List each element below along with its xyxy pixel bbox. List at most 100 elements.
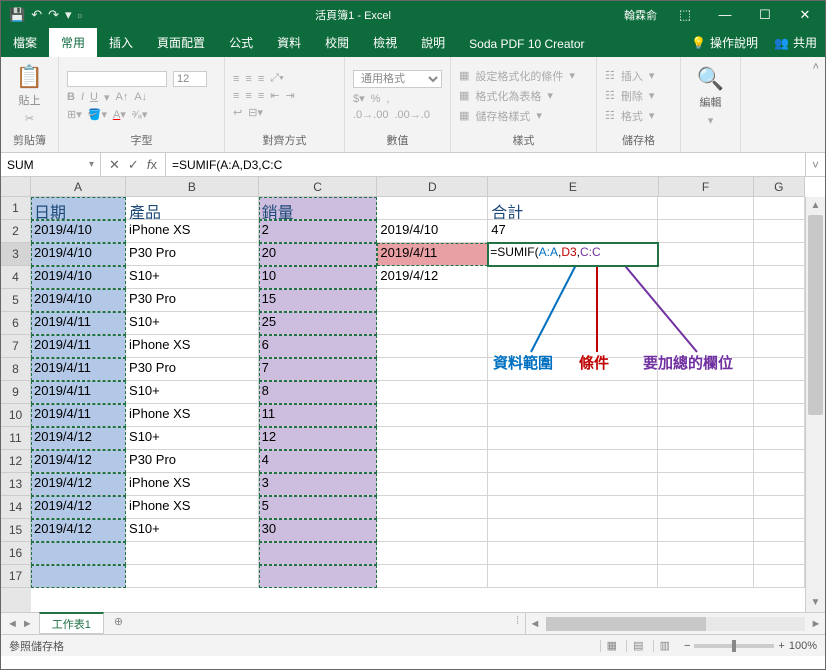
cell[interactable]: 11 [259,404,378,427]
cell[interactable] [377,404,488,427]
cell[interactable]: 2 [259,220,378,243]
cell[interactable] [377,289,488,312]
cell[interactable] [377,197,488,220]
align-mid-icon[interactable]: ≡ [245,73,251,85]
fontsize-combo[interactable] [173,71,207,87]
cell[interactable]: S10+ [126,427,259,450]
number-format-combo[interactable]: 通用格式 [353,70,442,88]
cell[interactable] [658,404,753,427]
cell[interactable] [754,542,806,565]
cell[interactable] [488,473,658,496]
cell[interactable]: 2019/4/10 [31,289,126,312]
cell[interactable]: 25 [259,312,378,335]
tab-formulas[interactable]: 公式 [217,28,265,57]
cell[interactable]: 日期 [31,197,126,220]
cell[interactable]: iPhone XS [126,496,259,519]
row-header-12[interactable]: 12 [1,450,31,473]
tab-split-handle[interactable]: ⁞ [510,613,525,634]
row-header-1[interactable]: 1 [1,197,31,220]
cell[interactable] [754,266,806,289]
cell[interactable] [658,427,753,450]
cell[interactable]: 2019/4/12 [31,427,126,450]
enter-formula-icon[interactable]: ✓ [128,157,139,173]
row-header-15[interactable]: 15 [1,519,31,542]
sheet-nav-next-icon[interactable]: ► [22,618,33,630]
row-header-2[interactable]: 2 [1,220,31,243]
cell[interactable]: P30 Pro [126,450,259,473]
user-name[interactable]: 翰霖俞 [616,7,665,23]
table-format-icon[interactable]: ▦ [459,89,469,102]
scroll-thumb[interactable] [808,215,823,415]
cell[interactable] [658,565,753,588]
add-sheet-button[interactable]: ⊕ [104,613,133,634]
row-header-14[interactable]: 14 [1,496,31,519]
phonetic-button[interactable]: ᵃ⁄ₐ▾ [132,108,148,121]
hscroll-thumb[interactable] [546,617,706,631]
cell[interactable]: 2019/4/12 [377,266,488,289]
merge-button[interactable]: ⊟▾ [248,106,263,119]
tell-me[interactable]: 💡操作說明 [683,28,766,57]
indent-dec-icon[interactable]: ⇤ [270,89,279,102]
cell[interactable]: iPhone XS [126,473,259,496]
cell[interactable]: 30 [259,519,378,542]
cell[interactable]: 2019/4/11 [31,358,126,381]
name-box[interactable]: ▾ [1,153,101,176]
currency-icon[interactable]: $▾ [353,92,365,105]
row-header-17[interactable]: 17 [1,565,31,588]
page-layout-icon[interactable]: ▤ [626,640,649,652]
cell[interactable] [658,312,753,335]
cell[interactable]: 3 [259,473,378,496]
col-header-E[interactable]: E [488,177,658,196]
cell[interactable]: 合計 [488,197,658,220]
zoom-in-icon[interactable]: + [778,640,784,652]
qat-opt-icon[interactable]: ▫ [78,8,83,23]
cell[interactable]: 產品 [126,197,259,220]
tab-home[interactable]: 常用 [49,28,97,57]
fill-color-button[interactable]: 🪣▾ [88,108,107,121]
tab-help[interactable]: 說明 [409,28,457,57]
cell[interactable]: S10+ [126,381,259,404]
cells-area[interactable]: 日期產品銷量合計 2019/4/10iPhone XS22019/4/10472… [31,197,805,612]
cell[interactable] [488,496,658,519]
cell[interactable] [754,427,806,450]
cell-style-button[interactable]: 儲存格樣式 [475,108,530,124]
cell[interactable] [377,381,488,404]
grow-font-icon[interactable]: A↑ [116,91,129,103]
tab-file[interactable]: 檔案 [1,28,49,57]
table-format-button[interactable]: 格式化為表格 [475,88,541,104]
cell[interactable] [754,473,806,496]
cell[interactable] [754,197,806,220]
row-header-5[interactable]: 5 [1,289,31,312]
col-header-D[interactable]: D [377,177,488,196]
cell[interactable] [488,565,658,588]
cell[interactable]: 6 [259,335,378,358]
cell[interactable]: 銷量 [259,197,378,220]
scroll-down-icon[interactable]: ▼ [806,594,825,612]
cell[interactable] [126,565,259,588]
cell[interactable] [658,266,753,289]
shrink-font-icon[interactable]: A↓ [134,91,147,103]
cut-icon[interactable]: ✂ [25,112,34,125]
cell[interactable]: iPhone XS [126,404,259,427]
fx-icon[interactable]: fx [147,157,157,172]
cell[interactable]: 12 [259,427,378,450]
cell[interactable]: 2019/4/11 [31,312,126,335]
normal-view-icon[interactable]: ▦ [600,640,623,652]
cell[interactable] [488,450,658,473]
percent-icon[interactable]: % [371,93,381,105]
row-header-9[interactable]: 9 [1,381,31,404]
cond-format-icon[interactable]: ▦ [459,69,469,82]
cell-style-icon[interactable]: ▦ [459,109,469,122]
cell[interactable]: 2019/4/11 [31,335,126,358]
cell[interactable] [754,565,806,588]
col-header-B[interactable]: B [126,177,259,196]
orientation-icon[interactable]: ⤢▾ [270,72,283,85]
share-button[interactable]: 👥共用 [766,28,825,57]
find-button[interactable]: 🔍 [689,68,732,90]
cancel-formula-icon[interactable]: ✕ [109,157,120,173]
bold-button[interactable]: B [67,91,75,103]
cell[interactable] [377,542,488,565]
cell[interactable] [377,358,488,381]
scroll-left-icon[interactable]: ◄ [526,618,544,630]
cell[interactable] [488,312,658,335]
